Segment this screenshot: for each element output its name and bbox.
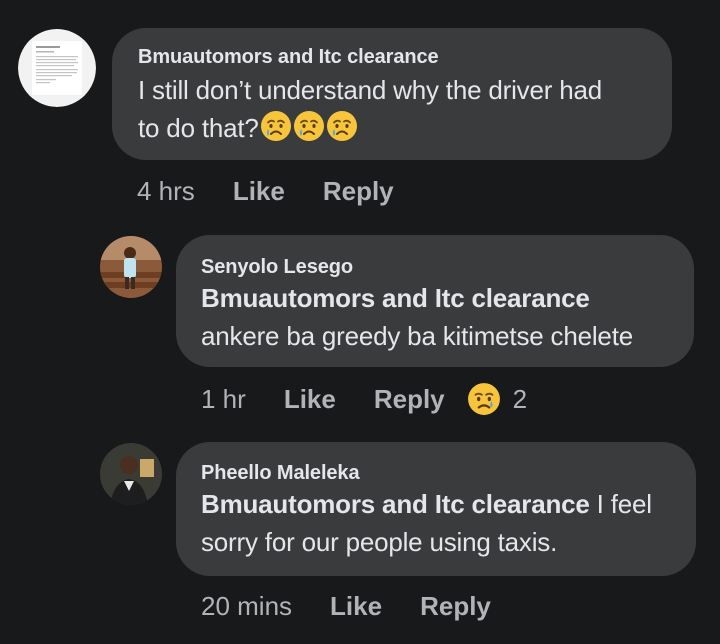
- crying-face-icon: [260, 110, 292, 142]
- comment-author[interactable]: Senyolo Lesego: [201, 256, 353, 279]
- comment-text-line: to do that?: [138, 109, 602, 147]
- comment-author[interactable]: Pheello Maleleka: [201, 462, 360, 485]
- comment-actions: 1 hr Like Reply 2: [201, 382, 527, 416]
- comment-author[interactable]: Bmuautomors and Itc clearance: [138, 46, 439, 69]
- avatar[interactable]: [18, 29, 96, 107]
- document-thumbnail-icon: [18, 29, 96, 107]
- comment-text: I still don’t understand why the driver …: [138, 71, 602, 147]
- like-button[interactable]: Like: [330, 591, 382, 622]
- comment-text: Bmuautomors and Itc clearance I feel sor…: [201, 485, 652, 561]
- comment-text-line: Bmuautomors and Itc clearance I feel: [201, 485, 652, 523]
- reaction-count[interactable]: 2: [513, 384, 527, 415]
- sad-face-icon[interactable]: [467, 382, 501, 416]
- comment-actions: 20 mins Like Reply: [201, 591, 491, 622]
- reply-button[interactable]: Reply: [420, 591, 491, 622]
- person-photo-icon: [100, 236, 162, 298]
- comment-thread: Bmuautomors and Itc clearance I still do…: [0, 0, 720, 644]
- like-button[interactable]: Like: [233, 176, 285, 207]
- crying-face-icon: [293, 110, 325, 142]
- comment-bubble: Pheello Maleleka Bmuautomors and Itc cle…: [176, 442, 696, 576]
- comment-timestamp[interactable]: 4 hrs: [137, 176, 195, 207]
- comment-bubble: Bmuautomors and Itc clearance I still do…: [112, 28, 672, 160]
- reply-button[interactable]: Reply: [323, 176, 394, 207]
- comment-text-fragment: I feel: [589, 489, 652, 519]
- like-button[interactable]: Like: [284, 384, 336, 415]
- crying-face-icon: [326, 110, 358, 142]
- comment-timestamp[interactable]: 20 mins: [201, 591, 292, 622]
- comment-text-line: sorry for our people using taxis.: [201, 527, 558, 557]
- comment-timestamp[interactable]: 1 hr: [201, 384, 246, 415]
- comment-actions: 4 hrs Like Reply: [137, 176, 394, 207]
- comment-text-line: ankere ba greedy ba kitimetse chelete: [201, 321, 633, 351]
- person-photo-icon: [100, 443, 162, 505]
- avatar[interactable]: [100, 443, 162, 505]
- comment-text-fragment: to do that?: [138, 113, 259, 143]
- reply-button[interactable]: Reply: [374, 384, 445, 415]
- comment-text: Bmuautomors and Itc clearance ankere ba …: [201, 279, 633, 355]
- mention-link[interactable]: Bmuautomors and Itc clearance: [201, 489, 590, 519]
- comment-text-line: I still don’t understand why the driver …: [138, 75, 602, 105]
- comment-bubble: Senyolo Lesego Bmuautomors and Itc clear…: [176, 235, 694, 367]
- mention-link[interactable]: Bmuautomors and Itc clearance: [201, 279, 633, 317]
- avatar[interactable]: [100, 236, 162, 298]
